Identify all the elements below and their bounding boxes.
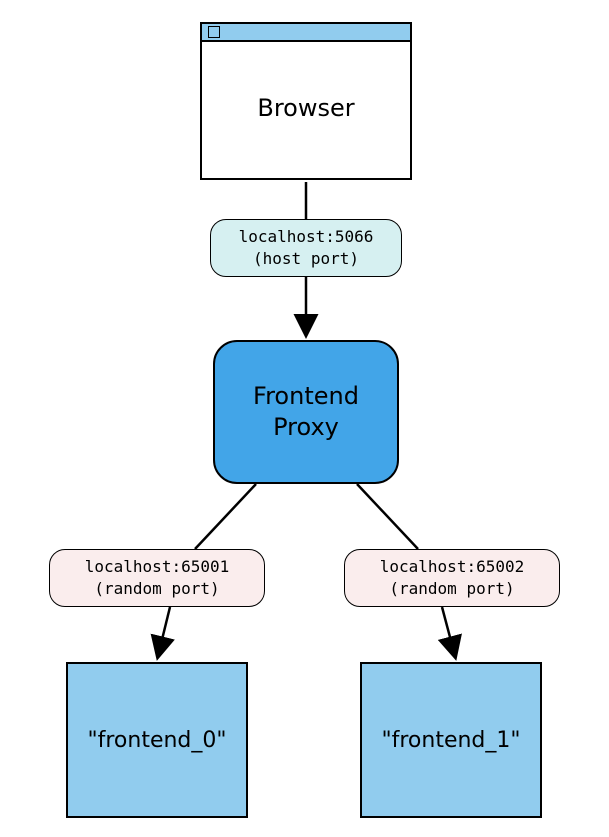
edge-label-line: (host port) — [253, 248, 359, 270]
frontend-instance-0: "frontend_0" — [66, 662, 248, 818]
window-control-icon — [208, 26, 220, 38]
instance-label: "frontend_1" — [381, 728, 520, 753]
edge-label-random-port-right: localhost:65002 (random port) — [344, 549, 560, 607]
edge-label-host-port: localhost:5066 (host port) — [210, 219, 402, 277]
edge-label-line: localhost:65002 — [380, 556, 525, 578]
frontend-proxy-node: Frontend Proxy — [213, 340, 399, 484]
proxy-label-line: Frontend — [253, 381, 359, 412]
edge-label-line: (random port) — [389, 578, 514, 600]
proxy-label-line: Proxy — [273, 412, 339, 443]
edge-label-line: localhost:65001 — [85, 556, 230, 578]
browser-titlebar — [202, 24, 410, 42]
frontend-instance-1: "frontend_1" — [360, 662, 542, 818]
browser-node: Browser — [200, 22, 412, 180]
architecture-diagram: Browser localhost:5066 (host port) Front… — [0, 0, 609, 837]
edge-label-line: (random port) — [94, 578, 219, 600]
instance-label: "frontend_0" — [87, 728, 226, 753]
browser-label: Browser — [257, 94, 354, 122]
edge-label-line: localhost:5066 — [239, 226, 374, 248]
edge-label-random-port-left: localhost:65001 (random port) — [49, 549, 265, 607]
